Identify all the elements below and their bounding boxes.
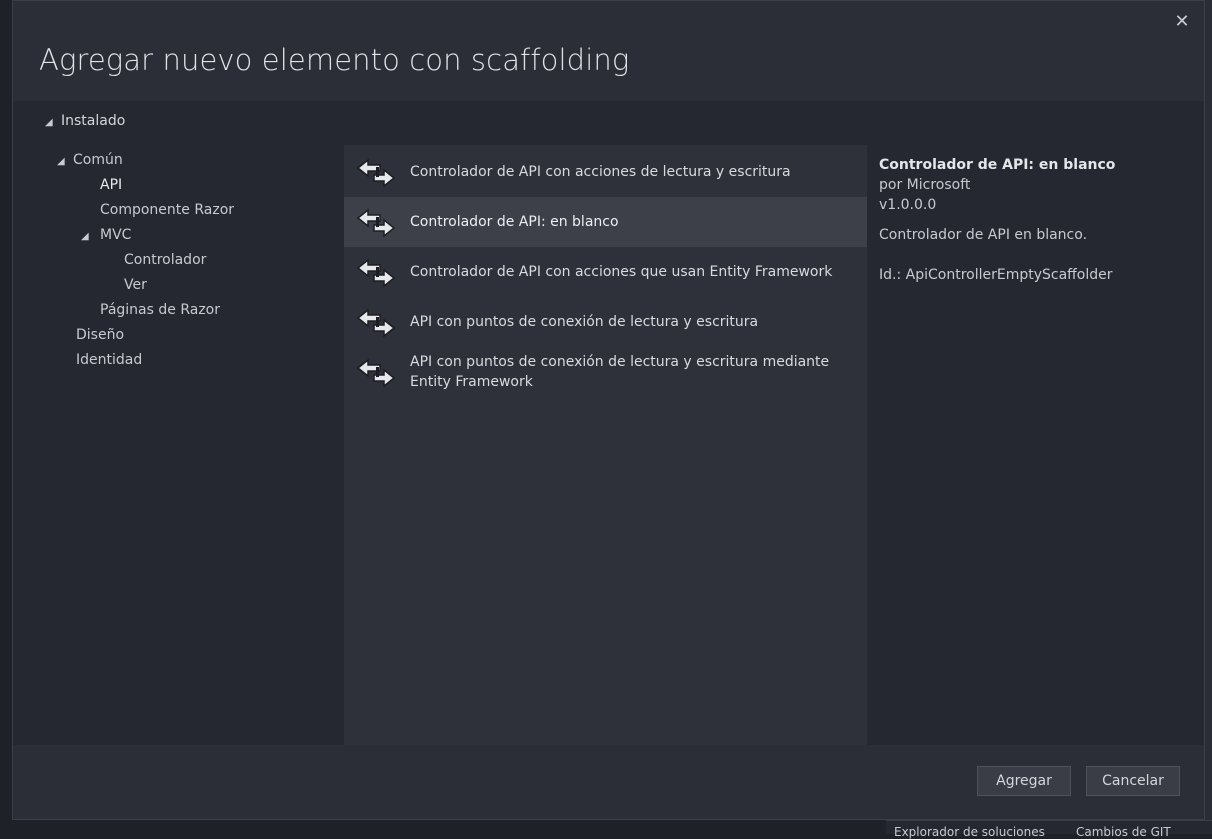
tree-item-paginas-razor[interactable]: Páginas de Razor	[100, 302, 220, 318]
tree-item-api[interactable]: API	[100, 177, 122, 193]
scaffold-icon	[356, 258, 396, 288]
template-label: Controlador de API con acciones que usan…	[410, 264, 833, 280]
template-row[interactable]: Controlador de API con acciones de lectu…	[344, 147, 867, 197]
tree-item-label: Común	[73, 152, 123, 168]
template-row[interactable]: Controlador de API con acciones que usan…	[344, 247, 867, 297]
scaffold-icon	[356, 158, 396, 188]
template-row[interactable]: API con puntos de conexión de lectura y …	[344, 347, 867, 403]
tree-item-mvc[interactable]: ◢ MVC	[81, 227, 131, 243]
details-title: Controlador de API: en blanco	[879, 157, 1116, 173]
details-author: por Microsoft	[879, 177, 971, 193]
template-label: Controlador de API: en blanco	[410, 214, 619, 230]
dialog-title: Agregar nuevo elemento con scaffolding	[39, 43, 630, 77]
template-label: Controlador de API con acciones de lectu…	[410, 164, 791, 180]
tree-item-diseno[interactable]: Diseño	[76, 327, 124, 343]
bottom-tab-solution-explorer[interactable]: Explorador de soluciones	[894, 825, 1045, 839]
template-row-selected[interactable]: Controlador de API: en blanco	[344, 197, 867, 247]
scaffold-icon	[356, 208, 396, 238]
details-panel: Controlador de API: en blanco por Micros…	[879, 155, 1199, 285]
expand-triangle-icon[interactable]: ◢	[57, 156, 73, 167]
template-row[interactable]: API con puntos de conexión de lectura y …	[344, 297, 867, 347]
expand-triangle-icon[interactable]: ◢	[81, 231, 97, 242]
scaffold-dialog: Agregar nuevo elemento con scaffolding ✕…	[12, 0, 1205, 820]
template-label: API con puntos de conexión de lectura y …	[410, 314, 759, 330]
category-tree: ◢ Instalado ◢ Común API Componente Razor ◢…	[13, 101, 343, 745]
tree-item-identidad[interactable]: Identidad	[76, 352, 142, 368]
bottom-tab-git-changes[interactable]: Cambios de GIT	[1076, 825, 1171, 839]
details-description: Controlador de API en blanco.	[879, 227, 1088, 243]
add-button[interactable]: Agregar	[977, 766, 1071, 796]
tree-item-controlador[interactable]: Controlador	[124, 252, 206, 268]
tree-root-installed[interactable]: ◢ Instalado	[45, 113, 125, 129]
ide-background-edge	[1204, 0, 1212, 833]
details-version: v1.0.0.0	[879, 197, 937, 213]
scaffold-icon	[356, 358, 396, 388]
ide-bottom-tabs: Explorador de soluciones Cambios de GIT	[886, 820, 1212, 839]
close-icon[interactable]: ✕	[1171, 11, 1193, 33]
expand-triangle-icon[interactable]: ◢	[45, 117, 61, 128]
details-id: Id.: ApiControllerEmptyScaffolder	[879, 267, 1113, 283]
tree-item-comun[interactable]: ◢ Común	[57, 152, 123, 168]
scaffold-icon	[356, 308, 396, 338]
tree-item-ver[interactable]: Ver	[124, 277, 147, 293]
tree-root-label: Instalado	[61, 113, 126, 129]
tree-item-label: MVC	[100, 227, 132, 243]
tree-item-componente-razor[interactable]: Componente Razor	[100, 202, 234, 218]
dialog-body: ◢ Instalado ◢ Común API Componente Razor ◢…	[13, 101, 1204, 745]
cancel-button[interactable]: Cancelar	[1086, 766, 1180, 796]
template-label: API con puntos de conexión de lectura y …	[410, 354, 830, 390]
template-list: Controlador de API con acciones de lectu…	[344, 145, 867, 745]
